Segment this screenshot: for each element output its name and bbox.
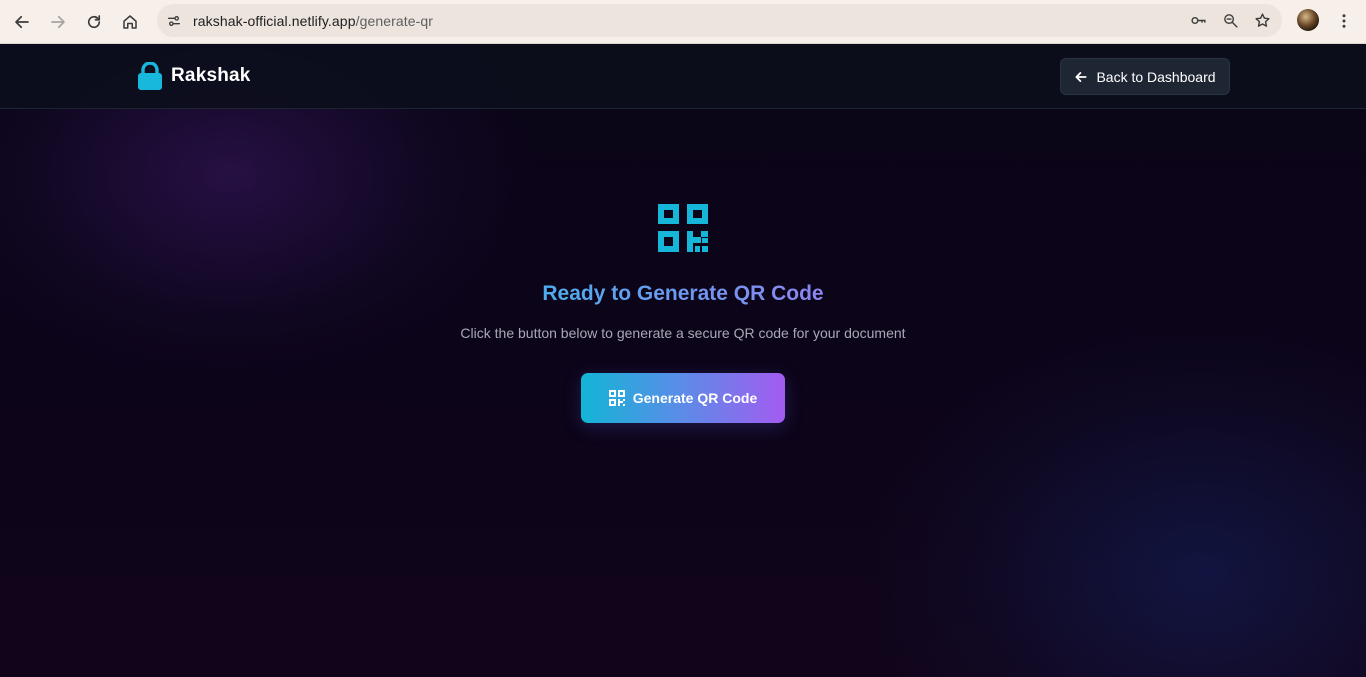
qrcode-icon [658, 204, 708, 252]
star-icon[interactable] [1250, 9, 1274, 33]
profile-avatar[interactable] [1297, 9, 1319, 31]
back-to-dashboard-button[interactable]: Back to Dashboard [1060, 58, 1230, 95]
browser-toolbar: rakshak-official.netlify.app/generate-qr [0, 0, 1366, 44]
page-title: Ready to Generate QR Code [0, 282, 1366, 306]
reload-icon[interactable] [76, 4, 112, 40]
app-header: Rakshak Back to Dashboard [0, 44, 1366, 109]
more-vert-icon[interactable] [1332, 6, 1356, 36]
address-bar[interactable]: rakshak-official.netlify.app/generate-qr [157, 4, 1282, 37]
page: Rakshak Back to Dashboard Ready to Gener… [0, 44, 1366, 677]
generate-button-label: Generate QR Code [632, 390, 758, 406]
qrcode-icon [608, 390, 625, 406]
brand-name: Rakshak [171, 65, 251, 86]
url-text[interactable]: rakshak-official.netlify.app/generate-qr [193, 13, 433, 29]
zoom-icon[interactable] [1218, 9, 1242, 33]
brand[interactable]: Rakshak [137, 62, 251, 90]
back-button-label: Back to Dashboard [1096, 68, 1216, 85]
arrow-left-icon [1075, 71, 1087, 82]
back-arrow-icon[interactable] [4, 4, 40, 40]
site-info-icon[interactable] [159, 6, 189, 36]
generate-qr-button[interactable]: Generate QR Code [581, 373, 785, 423]
page-subtitle: Click the button below to generate a sec… [460, 325, 906, 341]
forward-arrow-icon[interactable] [40, 4, 76, 40]
home-icon[interactable] [112, 4, 148, 40]
key-icon[interactable] [1186, 9, 1210, 33]
lock-icon [137, 62, 163, 90]
